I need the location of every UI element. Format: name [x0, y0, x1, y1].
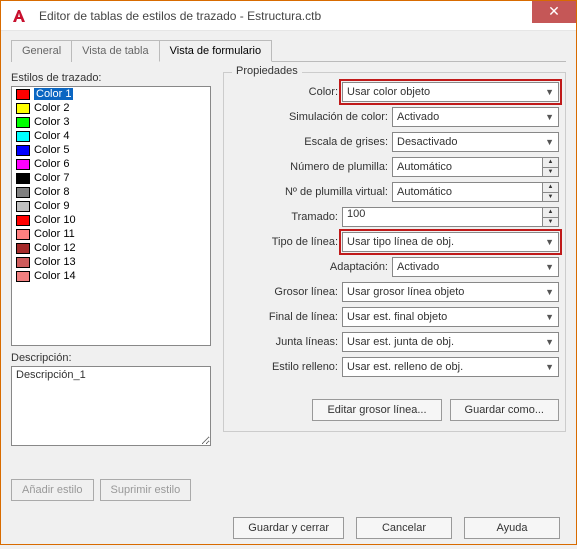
dither-select[interactable]: Activado▼: [392, 107, 559, 127]
close-button[interactable]: ✕: [532, 1, 576, 23]
color-swatch-icon: [16, 257, 30, 268]
pen-label: Número de plumilla:: [230, 161, 390, 173]
linetype-select[interactable]: Usar tipo línea de obj.▼: [342, 232, 559, 252]
chevron-down-icon: ▼: [545, 137, 554, 147]
pen-input[interactable]: Automático: [392, 157, 543, 177]
color-swatch-icon: [16, 201, 30, 212]
list-item-label: Color 4: [34, 130, 69, 142]
list-item-label: Color 14: [34, 270, 76, 282]
lineweight-select[interactable]: Usar grosor línea objeto▼: [342, 282, 559, 302]
color-select[interactable]: Usar color objeto▼: [342, 82, 559, 102]
list-item[interactable]: Color 13: [12, 255, 210, 269]
list-item[interactable]: Color 10: [12, 213, 210, 227]
screening-input[interactable]: 100: [342, 207, 543, 227]
list-item[interactable]: Color 11: [12, 227, 210, 241]
color-swatch-icon: [16, 187, 30, 198]
list-item-label: Color 10: [34, 214, 76, 226]
list-item-label: Color 6: [34, 158, 69, 170]
tab-general[interactable]: General: [11, 40, 72, 62]
list-item-label: Color 13: [34, 256, 76, 268]
color-swatch-icon: [16, 271, 30, 282]
list-item[interactable]: Color 2: [12, 101, 210, 115]
list-item[interactable]: Color 12: [12, 241, 210, 255]
lineend-label: Final de línea:: [230, 311, 340, 323]
list-item-label: Color 1: [34, 88, 73, 100]
list-item-label: Color 12: [34, 242, 76, 254]
chevron-down-icon: ▼: [545, 237, 554, 247]
vpen-spinner[interactable]: ▲▼: [543, 182, 559, 202]
color-swatch-icon: [16, 131, 30, 142]
description-label: Descripción:: [11, 352, 211, 364]
chevron-down-icon: ▼: [545, 362, 554, 372]
linejoin-label: Junta líneas:: [230, 336, 340, 348]
fillstyle-label: Estilo relleno:: [230, 361, 340, 373]
list-item-label: Color 7: [34, 172, 69, 184]
color-swatch-icon: [16, 243, 30, 254]
color-swatch-icon: [16, 145, 30, 156]
color-label: Color:: [230, 86, 340, 98]
linetype-label: Tipo de línea:: [230, 236, 340, 248]
pen-spinner[interactable]: ▲▼: [543, 157, 559, 177]
tab-table-view[interactable]: Vista de tabla: [71, 40, 159, 62]
list-item[interactable]: Color 5: [12, 143, 210, 157]
app-logo-icon: [5, 2, 33, 30]
adaptive-label: Adaptación:: [230, 261, 390, 273]
titlebar: Editor de tablas de estilos de trazado -…: [1, 1, 576, 31]
tab-strip: General Vista de tabla Vista de formular…: [11, 39, 566, 62]
list-item-label: Color 2: [34, 102, 69, 114]
chevron-down-icon: ▼: [545, 337, 554, 347]
chevron-down-icon: ▼: [545, 262, 554, 272]
list-item-label: Color 9: [34, 200, 69, 212]
edit-lineweight-button[interactable]: Editar grosor línea...: [312, 399, 441, 421]
save-as-button[interactable]: Guardar como...: [450, 399, 559, 421]
vpen-input[interactable]: Automático: [392, 182, 543, 202]
color-swatch-icon: [16, 117, 30, 128]
list-item[interactable]: Color 1: [12, 87, 210, 101]
adaptive-select[interactable]: Activado▼: [392, 257, 559, 277]
properties-legend: Propiedades: [232, 65, 302, 77]
color-swatch-icon: [16, 103, 30, 114]
help-button[interactable]: Ayuda: [464, 517, 560, 539]
chevron-down-icon: ▼: [545, 112, 554, 122]
plot-styles-label: Estilos de trazado:: [11, 72, 211, 84]
grayscale-label: Escala de grises:: [230, 136, 390, 148]
screening-spinner[interactable]: ▲▼: [543, 207, 559, 227]
lineweight-label: Grosor línea:: [230, 286, 340, 298]
lineend-select[interactable]: Usar est. final objeto▼: [342, 307, 559, 327]
list-item[interactable]: Color 14: [12, 269, 210, 283]
vpen-label: Nº de plumilla virtual:: [230, 186, 390, 198]
color-swatch-icon: [16, 215, 30, 226]
list-item[interactable]: Color 7: [12, 171, 210, 185]
save-close-button[interactable]: Guardar y cerrar: [233, 517, 344, 539]
list-item[interactable]: Color 6: [12, 157, 210, 171]
list-item[interactable]: Color 3: [12, 115, 210, 129]
chevron-down-icon: ▼: [545, 312, 554, 322]
tab-form-view[interactable]: Vista de formulario: [159, 40, 273, 62]
color-swatch-icon: [16, 229, 30, 240]
list-item[interactable]: Color 4: [12, 129, 210, 143]
plot-styles-list[interactable]: Color 1 Color 2 Color 3 Color 4 Color 5 Color…: [11, 86, 211, 346]
screening-label: Tramado:: [230, 211, 340, 223]
list-item[interactable]: Color 8: [12, 185, 210, 199]
list-item-label: Color 8: [34, 186, 69, 198]
list-item-label: Color 5: [34, 144, 69, 156]
color-swatch-icon: [16, 173, 30, 184]
delete-style-button[interactable]: Suprimir estilo: [100, 479, 192, 501]
fillstyle-select[interactable]: Usar est. relleno de obj.▼: [342, 357, 559, 377]
window-title: Editor de tablas de estilos de trazado -…: [33, 9, 532, 23]
list-item[interactable]: Color 9: [12, 199, 210, 213]
properties-fieldset: Propiedades Color: Usar color objeto▼ Si…: [223, 72, 566, 432]
color-swatch-icon: [16, 89, 30, 100]
grayscale-select[interactable]: Desactivado▼: [392, 132, 559, 152]
list-item-label: Color 3: [34, 116, 69, 128]
add-style-button[interactable]: Añadir estilo: [11, 479, 94, 501]
chevron-down-icon: ▼: [545, 287, 554, 297]
cancel-button[interactable]: Cancelar: [356, 517, 452, 539]
chevron-down-icon: ▼: [545, 87, 554, 97]
dither-label: Simulación de color:: [230, 111, 390, 123]
color-swatch-icon: [16, 159, 30, 170]
linejoin-select[interactable]: Usar est. junta de obj.▼: [342, 332, 559, 352]
list-item-label: Color 11: [34, 228, 75, 240]
description-input[interactable]: [11, 366, 211, 446]
